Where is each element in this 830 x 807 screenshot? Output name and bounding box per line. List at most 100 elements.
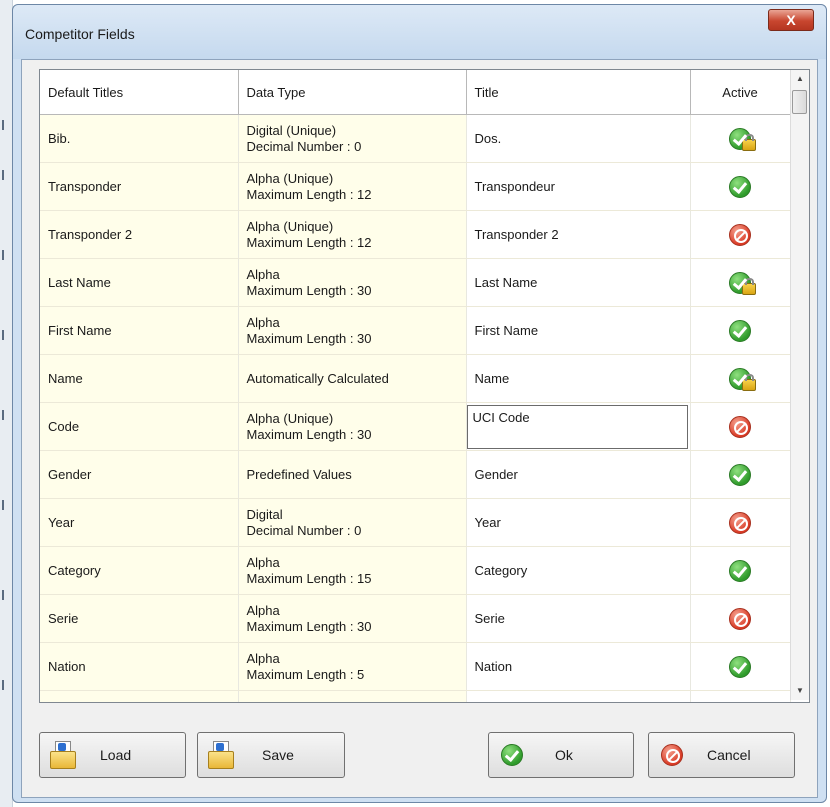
default-title-cell: Transponder 2 [40, 210, 239, 259]
table-row[interactable]: Year Digital Decimal Number : 0 Year [40, 498, 791, 547]
inactive-deny-icon[interactable] [729, 415, 751, 438]
title-cell[interactable]: Nation [466, 642, 691, 691]
title-text: Last Name [474, 274, 538, 290]
table-row[interactable]: First Name Alpha Maximum Length : 30 First … [40, 306, 791, 355]
title-cell[interactable]: Last Name [466, 258, 691, 307]
title-cell[interactable]: Serie [466, 594, 691, 643]
scroll-up-arrow-icon[interactable]: ▲ [791, 70, 809, 88]
lock-icon [742, 277, 756, 295]
title-text: Serie [474, 610, 505, 626]
data-type-cell: Alpha (Unique) Maximum Length : 12 [238, 210, 467, 259]
data-type-line: Predefined Values [246, 466, 352, 482]
title-cell[interactable]: UCI Code [466, 402, 691, 451]
load-folder-icon [50, 741, 76, 769]
active-cell[interactable] [690, 594, 791, 643]
header-default-titles[interactable]: Default Titles [40, 70, 239, 115]
scroll-thumb[interactable] [792, 90, 807, 114]
fields-grid[interactable]: Default Titles Data Type Title Active Bi… [39, 69, 810, 703]
data-type-line: Alpha [246, 266, 280, 282]
active-cell[interactable] [690, 690, 791, 702]
active-cell[interactable] [690, 162, 791, 211]
default-title-cell: Bib. [40, 114, 239, 163]
data-type-line: Decimal Number : 0 [246, 138, 362, 154]
title-cell[interactable]: Dos. [466, 114, 691, 163]
load-button[interactable]: Load [39, 732, 186, 778]
data-type-cell: Alpha Maximum Length : 15 [238, 546, 467, 595]
active-locked-check-icon[interactable] [729, 271, 756, 295]
active-cell[interactable] [690, 498, 791, 547]
inactive-deny-icon[interactable] [729, 607, 751, 630]
table-row[interactable]: Transponder 2 Alpha (Unique) Maximum Lengt… [40, 210, 791, 259]
title-cell[interactable]: Transponder 2 [466, 210, 691, 259]
cancel-deny-icon [661, 744, 683, 766]
data-type-line: Maximum Length : 30 [246, 282, 372, 298]
cancel-button[interactable]: Cancel [648, 732, 795, 778]
active-check-icon[interactable] [729, 463, 751, 486]
ok-button-label: Ok [555, 747, 573, 763]
active-cell[interactable] [690, 114, 791, 163]
data-type-cell: Alpha Maximum Length : 30 [238, 594, 467, 643]
data-type-cell: Alpha Maximum Length : 30 [238, 258, 467, 307]
title-text: Transpondeur [474, 178, 555, 194]
inactive-deny-icon[interactable] [729, 511, 751, 534]
active-cell[interactable] [690, 642, 791, 691]
data-type-line: Maximum Length : 12 [246, 186, 372, 202]
active-locked-check-icon[interactable] [729, 127, 756, 151]
title-cell[interactable]: Name [466, 354, 691, 403]
data-type-cell: Alpha Maximum Length : 30 [238, 306, 467, 355]
data-type-cell: Alpha (Unique) Maximum Length : 30 [238, 402, 467, 451]
save-button[interactable]: Save [197, 732, 345, 778]
title-bar: Competitor Fields X [13, 5, 826, 59]
table-row[interactable]: Gender Predefined Values Gender [40, 450, 791, 499]
active-cell[interactable] [690, 306, 791, 355]
table-row[interactable]: Transponder Alpha (Unique) Maximum Length … [40, 162, 791, 211]
title-edit-field[interactable]: UCI Code [466, 404, 688, 449]
table-row[interactable]: Bib. Digital (Unique) Decimal Number : 0 Do… [40, 114, 791, 163]
title-text: Transponder 2 [474, 226, 559, 242]
table-row[interactable]: Name Automatically Calculated Name [40, 354, 791, 403]
table-row[interactable]: Serie Alpha Maximum Length : 30 Serie [40, 594, 791, 643]
scroll-down-arrow-icon[interactable]: ▼ [791, 682, 809, 700]
table-row[interactable]: Last Name Alpha Maximum Length : 30 Last Na… [40, 258, 791, 307]
data-type-cell: Predefined Values [238, 450, 467, 499]
active-cell[interactable] [690, 210, 791, 259]
active-check-icon[interactable] [729, 559, 751, 582]
vertical-scrollbar[interactable]: ▲ ▼ [790, 70, 809, 700]
title-cell[interactable]: Category [466, 546, 691, 595]
header-title[interactable]: Title [466, 70, 691, 115]
data-type-line: Digital [246, 506, 283, 522]
active-check-icon[interactable] [729, 319, 751, 342]
active-cell[interactable] [690, 402, 791, 451]
active-locked-check-icon[interactable] [729, 367, 756, 391]
default-title-cell: Nation [40, 642, 239, 691]
active-cell[interactable] [690, 258, 791, 307]
data-type-line: Automatically Calculated [246, 370, 389, 386]
default-title-cell: Last Name [40, 258, 239, 307]
header-active[interactable]: Active [690, 70, 791, 115]
active-cell[interactable] [690, 354, 791, 403]
inactive-deny-icon[interactable] [729, 223, 751, 246]
close-button[interactable]: X [768, 9, 814, 31]
title-cell[interactable]: Transpondeur [466, 162, 691, 211]
header-data-type[interactable]: Data Type [238, 70, 467, 115]
active-check-icon[interactable] [729, 655, 751, 678]
title-cell[interactable] [466, 690, 691, 702]
active-cell[interactable] [690, 450, 791, 499]
default-title-cell [40, 690, 239, 702]
table-row[interactable]: Category Alpha Maximum Length : 15 Category [40, 546, 791, 595]
default-title-cell: Category [40, 546, 239, 595]
data-type-line: Digital (Unique) [246, 122, 337, 138]
title-cell[interactable]: Gender [466, 450, 691, 499]
title-cell[interactable]: First Name [466, 306, 691, 355]
table-row[interactable]: Alpha [40, 690, 791, 702]
ok-button[interactable]: Ok [488, 732, 634, 778]
active-check-icon[interactable] [729, 175, 751, 198]
fields-table: Default Titles Data Type Title Active Bi… [40, 70, 791, 702]
table-row[interactable]: Code Alpha (Unique) Maximum Length : 30 UCI… [40, 402, 791, 451]
title-cell[interactable]: Year [466, 498, 691, 547]
save-folder-icon [208, 741, 234, 769]
data-type-line: Maximum Length : 12 [246, 234, 372, 250]
default-title-cell: First Name [40, 306, 239, 355]
active-cell[interactable] [690, 546, 791, 595]
table-row[interactable]: Nation Alpha Maximum Length : 5 Nation [40, 642, 791, 691]
